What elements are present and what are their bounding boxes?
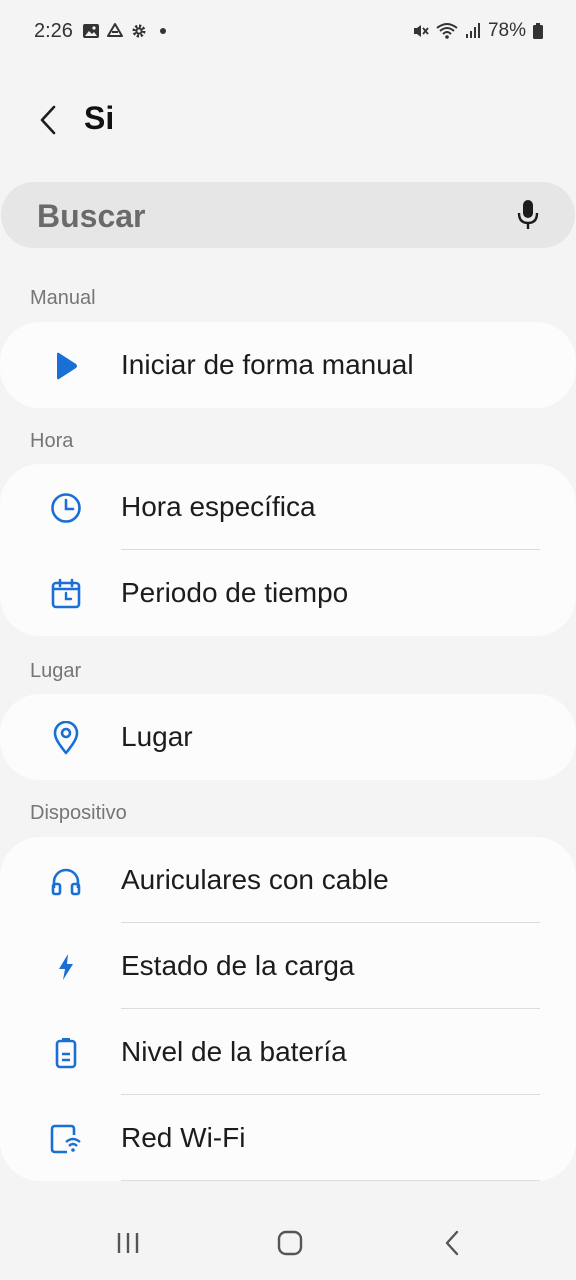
search-placeholder: Buscar [37,198,146,234]
list-item-manual-start[interactable]: Iniciar de forma manual [0,322,576,408]
list-item-label: Hora específica [121,491,316,522]
list-item-label: Auriculares con cable [121,864,389,895]
calendar-icon [48,577,84,611]
headphones-icon [48,864,84,898]
mute-icon [413,25,429,37]
status-bar: 2:26 78% [0,0,576,64]
clock-icon [48,491,84,525]
dot-icon [160,28,166,34]
recents-button[interactable] [108,1226,148,1260]
search-bar[interactable]: Buscar [1,182,575,248]
back-nav-button[interactable] [432,1226,472,1260]
drive-icon [107,23,123,37]
back-button[interactable] [28,100,68,140]
card-hora: Hora específica Periodo de tiempo [0,464,576,636]
section-title-dispositivo: Dispositivo [30,802,127,824]
status-time: 2:26 [34,20,73,42]
list-item-label: Periodo de tiempo [121,577,349,608]
app-header: Si [0,92,576,148]
list-item-time-period[interactable]: Periodo de tiempo [0,550,576,636]
bolt-icon [48,950,84,984]
chevron-left-icon [40,105,56,135]
list-item-label: Nivel de la batería [121,1036,347,1067]
signal-icon [465,23,480,38]
back-nav-icon [445,1230,459,1256]
battery-level-icon [48,1036,84,1070]
card-lugar: Lugar [0,694,576,780]
battery-icon [533,23,543,39]
home-icon [277,1230,303,1256]
navigation-bar [0,1208,576,1280]
section-title-hora: Hora [30,430,74,452]
battery-percent: 78% [487,20,526,41]
section-title-lugar: Lugar [30,660,82,682]
divider [121,1180,540,1181]
list-item-place[interactable]: Lugar [0,694,576,780]
section-title-manual: Manual [30,287,96,309]
list-item-label: Estado de la carga [121,950,355,981]
settings-icon [132,24,146,38]
list-item-label: Iniciar de forma manual [121,349,414,380]
status-left-icons [82,22,172,40]
recents-icon [117,1233,139,1253]
location-pin-icon [48,721,84,755]
card-manual: Iniciar de forma manual [0,322,576,408]
screen: 2:26 78% Si Buscar Manual Iniciar de for… [0,0,576,1280]
wifi-device-icon [48,1122,84,1156]
image-icon [83,24,99,38]
list-item-wifi-network[interactable]: Red Wi-Fi [0,1095,576,1181]
list-item-label: Red Wi-Fi [121,1122,246,1153]
list-item-label: Lugar [121,721,193,752]
list-item-specific-time[interactable]: Hora específica [0,464,576,550]
page-title: Si [84,100,115,136]
card-dispositivo: Auriculares con cable Estado de la carga… [0,837,576,1181]
list-item-charging-state[interactable]: Estado de la carga [0,923,576,1009]
status-right: 78% [412,20,544,42]
microphone-icon[interactable] [515,198,541,232]
wifi-icon [436,23,458,39]
list-item-wired-headphones[interactable]: Auriculares con cable [0,837,576,923]
play-icon [48,349,84,383]
home-button[interactable] [270,1226,310,1260]
list-item-battery-level[interactable]: Nivel de la batería [0,1009,576,1095]
